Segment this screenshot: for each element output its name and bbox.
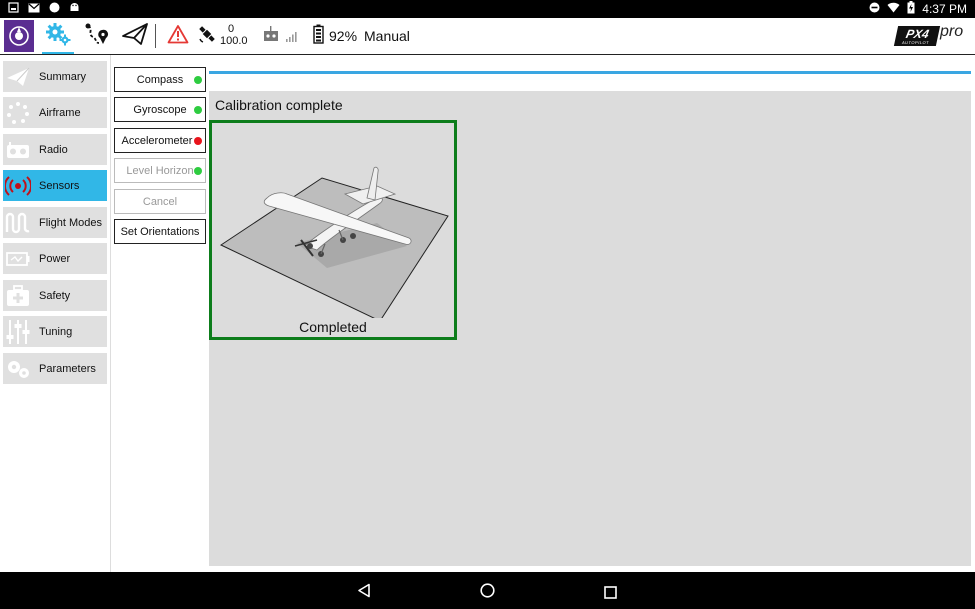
sidebar-item-label: Parameters [39, 362, 96, 375]
screenshot-icon [8, 2, 19, 16]
plan-view-button[interactable] [82, 18, 112, 54]
toolbar-divider [155, 24, 156, 48]
sensors-icon [3, 170, 33, 201]
status-time: 4:37 PM [922, 2, 967, 16]
airplane-on-plane-image [219, 166, 449, 318]
gps-count: 0 [228, 23, 235, 35]
compass-label: Compass [136, 73, 184, 86]
sidebar-item-label: Airframe [39, 106, 81, 119]
px4-logo-suffix: pro [940, 23, 964, 40]
cancel-label: Cancel [142, 195, 178, 208]
level-horizon-button[interactable]: Level Horizon [114, 158, 206, 183]
android-status-bar: 4:37 PM [0, 0, 975, 18]
gmail-icon [28, 3, 40, 16]
sidebar-item-summary[interactable]: Summary [3, 61, 107, 92]
tuning-icon [3, 316, 33, 347]
sidebar-item-label: Summary [39, 70, 87, 83]
airframe-icon [3, 97, 33, 128]
gyroscope-label: Gyroscope [133, 103, 187, 116]
rc-rssi-indicator[interactable] [262, 18, 280, 54]
flight-modes-icon [3, 207, 33, 238]
sidebar-item-sensors[interactable]: Sensors [3, 170, 107, 201]
px4-logo-subtext: AUTOPILOT [901, 39, 930, 45]
battery-icon [312, 24, 324, 48]
sidebar-item-label: Tuning [39, 325, 73, 338]
accelerometer-label: Accelerometer [121, 134, 193, 147]
parameters-icon [3, 353, 33, 384]
paper-plane-icon [3, 61, 33, 92]
fly-view-button[interactable] [120, 18, 150, 54]
orientation-tile: Completed [209, 120, 457, 340]
message-indicator[interactable] [165, 18, 191, 54]
calibration-progress-bar [209, 71, 971, 74]
plan-route-icon [84, 21, 110, 51]
sidebar-item-safety[interactable]: Safety [3, 280, 107, 311]
sidebar-item-flight-modes[interactable]: Flight Modes [3, 207, 107, 238]
calibration-status-label: Completed [299, 319, 367, 335]
paper-plane-icon [121, 22, 149, 50]
calibration-title: Calibration complete [215, 97, 343, 113]
signal-strength-icon [284, 18, 298, 54]
battery-indicator[interactable] [310, 18, 326, 54]
sidebar-item-power[interactable]: Power [3, 243, 107, 274]
setup-sidebar: Summary Airframe Radio Sensors Flight Mo… [0, 55, 111, 572]
home-icon[interactable] [480, 583, 495, 602]
sidebar-item-tuning[interactable]: Tuning [3, 316, 107, 347]
sidebar-item-airframe[interactable]: Airframe [3, 97, 107, 128]
flight-mode-selector[interactable]: Manual [364, 28, 410, 44]
compass-button[interactable]: Compass [114, 67, 206, 92]
set-orientations-label: Set Orientations [120, 225, 200, 238]
back-icon[interactable] [357, 583, 371, 602]
status-indicator-green [194, 167, 202, 175]
radio-icon [3, 134, 33, 165]
rc-transmitter-icon [263, 26, 279, 46]
wifi-icon [887, 2, 900, 16]
battery-percent: 92% [329, 28, 358, 44]
recents-icon[interactable] [604, 584, 617, 603]
satellite-icon [197, 24, 217, 48]
status-indicator-green [194, 76, 202, 84]
do-not-disturb-icon [869, 2, 880, 16]
sidebar-item-radio[interactable]: Radio [3, 134, 107, 165]
warning-triangle-icon [167, 24, 189, 48]
qgc-app-button[interactable] [3, 18, 35, 54]
cancel-button[interactable]: Cancel [114, 189, 206, 214]
sidebar-item-label: Power [39, 252, 71, 265]
px4-logo-text: PX4 [904, 26, 931, 41]
safety-icon [3, 280, 33, 311]
px4-logo: PX4 AUTOPILOT [893, 26, 941, 46]
status-indicator-red [194, 137, 202, 145]
power-icon [3, 243, 33, 274]
sidebar-item-label: Radio [39, 143, 68, 156]
battery-charging-icon [907, 1, 915, 17]
gps-hdop: 100.0 [220, 35, 248, 47]
qgc-logo-icon [4, 20, 34, 52]
gears-icon [44, 21, 72, 51]
main-toolbar: 0 100.0 92% Manual PX4 AUTOPILOT pro [0, 18, 975, 55]
level-horizon-label: Level Horizon [126, 164, 194, 177]
sidebar-item-label: Flight Modes [39, 216, 102, 229]
android-icon [69, 2, 80, 16]
android-navigation-bar [0, 572, 975, 609]
sidebar-item-label: Safety [39, 289, 71, 302]
set-orientations-button[interactable]: Set Orientations [114, 219, 206, 244]
accelerometer-button[interactable]: Accelerometer [114, 128, 206, 153]
sidebar-item-label: Sensors [39, 179, 80, 192]
gps-indicator[interactable] [196, 18, 218, 54]
selected-indicator [42, 52, 74, 54]
circle-icon [49, 2, 60, 16]
setup-view-button[interactable] [40, 18, 76, 54]
gyroscope-button[interactable]: Gyroscope [114, 97, 206, 122]
status-indicator-green [194, 106, 202, 114]
sidebar-item-parameters[interactable]: Parameters [3, 353, 107, 384]
